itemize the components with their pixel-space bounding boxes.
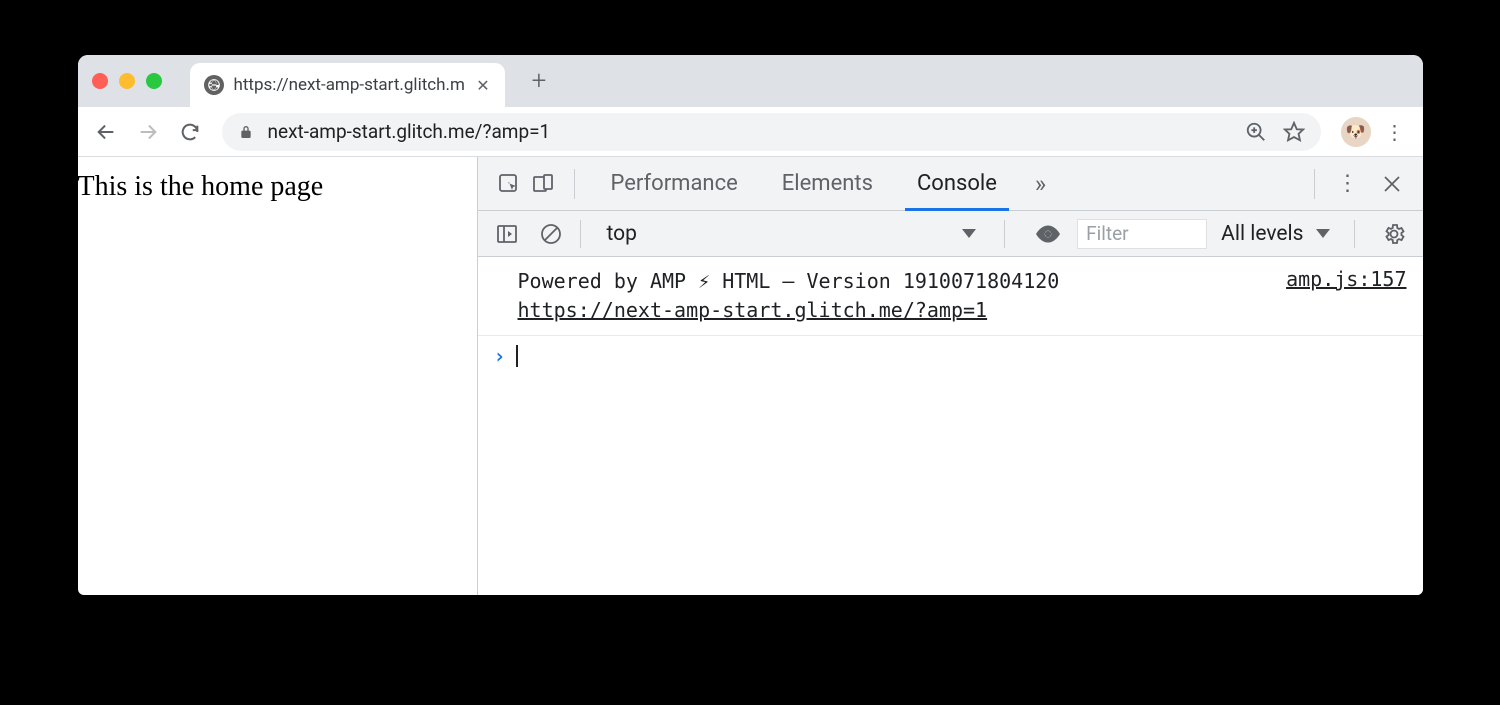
- back-button[interactable]: [88, 114, 124, 150]
- minimize-window-button[interactable]: [119, 73, 135, 89]
- console-toolbar: top Filter All levels: [478, 211, 1423, 257]
- separator: [1354, 220, 1355, 248]
- log-text: Powered by AMP ⚡ HTML – Version 19100718…: [518, 269, 1060, 293]
- url-text: next-amp-start.glitch.me/?amp=1: [268, 120, 1231, 143]
- separator: [580, 220, 581, 248]
- maximize-window-button[interactable]: [146, 73, 162, 89]
- browser-menu-button[interactable]: ⋮: [1377, 114, 1413, 150]
- address-bar[interactable]: next-amp-start.glitch.me/?amp=1: [222, 113, 1321, 151]
- zoom-icon[interactable]: [1245, 121, 1267, 143]
- inspect-element-icon[interactable]: [492, 167, 526, 201]
- tab-elements[interactable]: Elements: [760, 157, 895, 210]
- tab-console[interactable]: Console: [895, 157, 1019, 210]
- close-window-button[interactable]: [92, 73, 108, 89]
- browser-toolbar: next-amp-start.glitch.me/?amp=1 🐶 ⋮: [78, 107, 1423, 157]
- separator: [1314, 169, 1315, 199]
- profile-avatar[interactable]: 🐶: [1341, 117, 1371, 147]
- log-source-link[interactable]: amp.js:157: [1286, 267, 1406, 291]
- forward-button[interactable]: [130, 114, 166, 150]
- live-expression-icon[interactable]: [1033, 219, 1063, 249]
- separator: [1004, 220, 1005, 248]
- tab-performance[interactable]: Performance: [589, 157, 760, 210]
- console-output: Powered by AMP ⚡ HTML – Version 19100718…: [478, 257, 1423, 595]
- chevron-down-icon: [1316, 229, 1330, 238]
- browser-window: https://next-amp-start.glitch.m ✕ + next…: [78, 55, 1423, 595]
- devtools-tabbar: Performance Elements Console » ⋮: [478, 157, 1423, 211]
- log-level-selector[interactable]: All levels: [1221, 222, 1329, 246]
- devtools-panel: Performance Elements Console » ⋮: [478, 157, 1423, 595]
- window-controls: [92, 73, 162, 89]
- log-link[interactable]: https://next-amp-start.glitch.me/?amp=1: [518, 298, 988, 322]
- prompt-chevron-icon: ›: [494, 344, 506, 368]
- bookmark-star-icon[interactable]: [1283, 121, 1305, 143]
- page-heading: This is the home page: [78, 171, 324, 202]
- text-cursor: [516, 345, 518, 367]
- lock-icon: [238, 124, 254, 140]
- tab-strip: https://next-amp-start.glitch.m ✕ +: [78, 55, 1423, 107]
- console-sidebar-toggle-icon[interactable]: [492, 219, 522, 249]
- new-tab-button[interactable]: +: [521, 63, 557, 99]
- chevron-down-icon[interactable]: [962, 229, 976, 238]
- console-filter-input[interactable]: Filter: [1077, 219, 1207, 249]
- close-devtools-icon[interactable]: [1375, 167, 1409, 201]
- close-tab-button[interactable]: ✕: [475, 77, 491, 93]
- content-area: This is the home page Performance Elemen…: [78, 157, 1423, 595]
- tab-title: https://next-amp-start.glitch.m: [234, 75, 465, 95]
- page-viewport: This is the home page: [78, 157, 478, 595]
- browser-tab[interactable]: https://next-amp-start.glitch.m ✕: [190, 63, 505, 107]
- console-message: Powered by AMP ⚡ HTML – Version 19100718…: [478, 257, 1423, 336]
- device-toolbar-icon[interactable]: [526, 167, 560, 201]
- clear-console-icon[interactable]: [536, 219, 566, 249]
- devtools-menu-icon[interactable]: ⋮: [1331, 167, 1365, 201]
- globe-icon: [204, 75, 224, 95]
- console-settings-icon[interactable]: [1379, 219, 1409, 249]
- filter-placeholder: Filter: [1086, 222, 1128, 245]
- execution-context-selector[interactable]: top: [595, 222, 649, 246]
- console-prompt[interactable]: ›: [478, 336, 1423, 376]
- levels-label: All levels: [1221, 222, 1303, 246]
- context-label: top: [607, 222, 637, 246]
- separator: [574, 169, 575, 199]
- reload-button[interactable]: [172, 114, 208, 150]
- more-tabs-icon[interactable]: »: [1025, 170, 1056, 198]
